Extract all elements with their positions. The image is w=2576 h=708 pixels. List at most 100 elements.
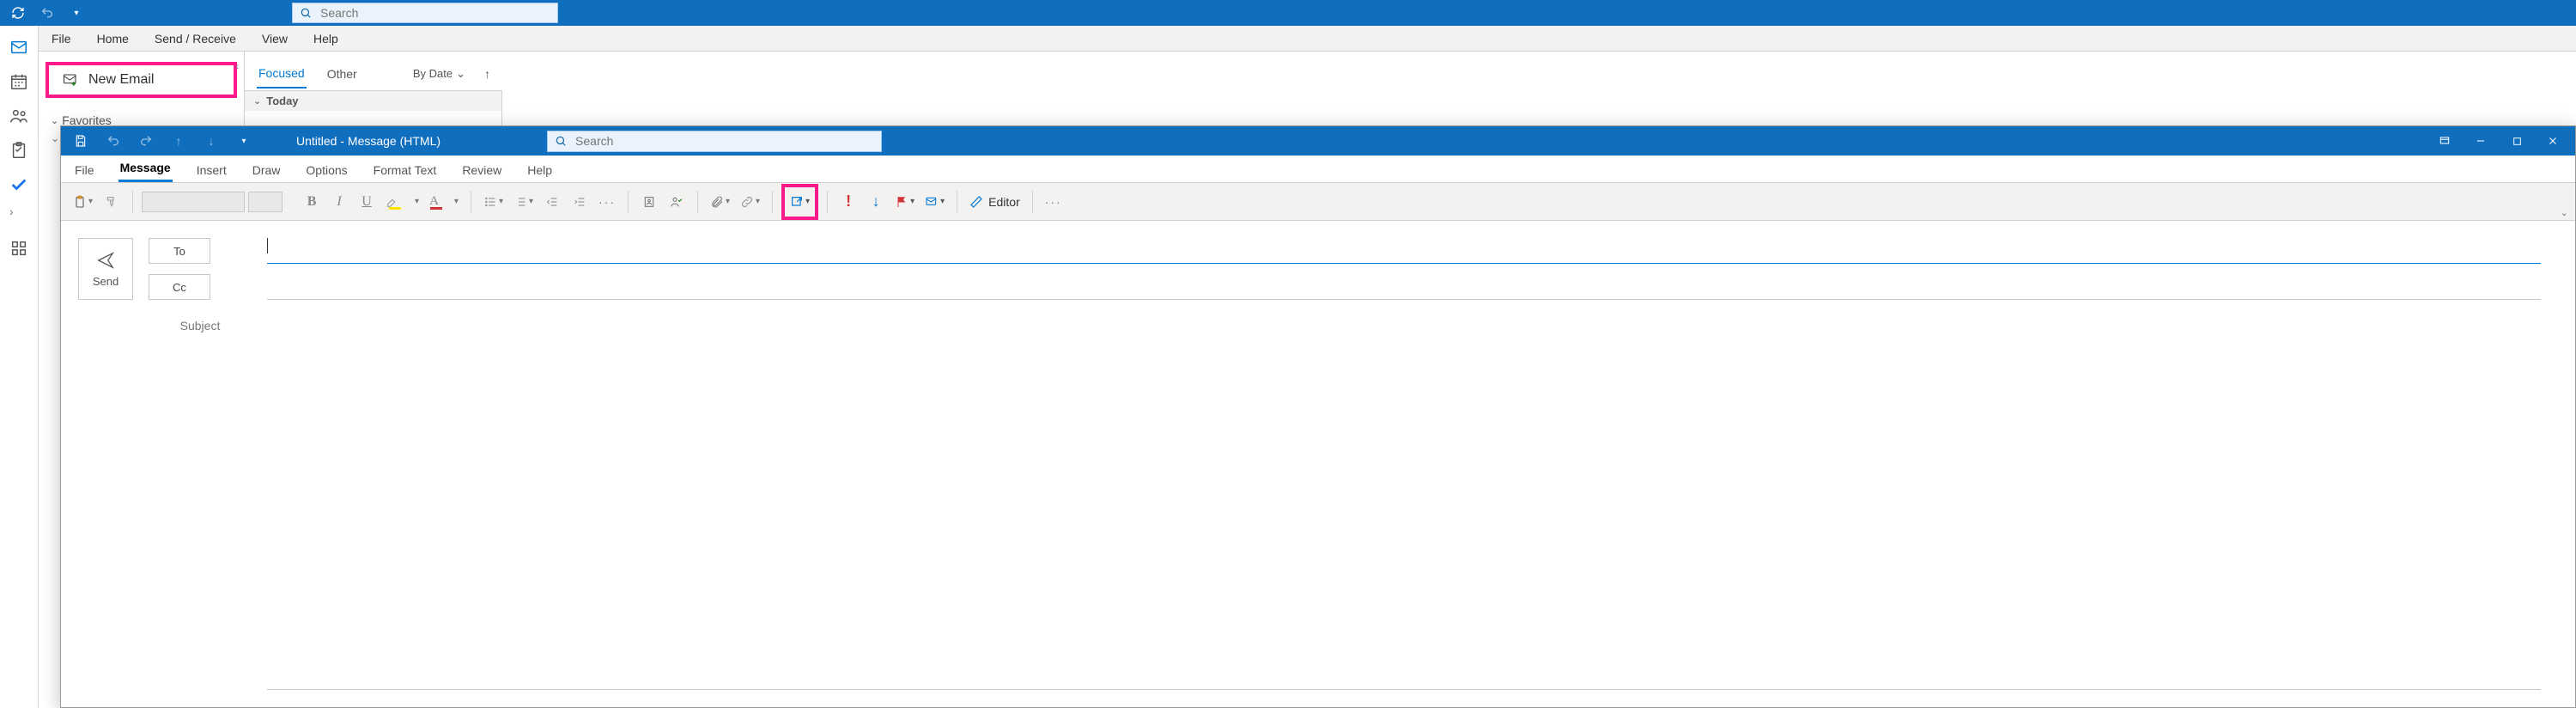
editor-button[interactable]: Editor bbox=[966, 189, 1024, 215]
address-book-button[interactable] bbox=[637, 189, 661, 215]
editor-label: Editor bbox=[988, 195, 1020, 209]
compose-message-window: ↑ ↓ ▾ Untitled - Message (HTML) File Mes… bbox=[60, 125, 2576, 708]
chevron-down-icon: ▾ bbox=[415, 197, 419, 206]
undo-icon[interactable] bbox=[36, 6, 58, 20]
italic-button[interactable]: I bbox=[327, 189, 351, 215]
underline-button[interactable]: U bbox=[355, 189, 379, 215]
collapse-nav-icon[interactable]: ‹ bbox=[235, 60, 239, 72]
bold-button[interactable]: B bbox=[300, 189, 324, 215]
send-button[interactable]: Send bbox=[78, 238, 133, 300]
compose-search-box[interactable] bbox=[547, 131, 882, 152]
to-field[interactable] bbox=[267, 238, 2541, 264]
menu-help[interactable]: Help bbox=[313, 32, 338, 46]
group-today-label: Today bbox=[266, 95, 298, 107]
insert-link-button[interactable]: ▾ bbox=[737, 189, 763, 215]
check-names-button[interactable] bbox=[665, 189, 689, 215]
sort-by-dropdown[interactable]: By Date ⌄ bbox=[413, 67, 465, 81]
ribbon-display-options-icon[interactable] bbox=[2427, 128, 2462, 154]
more-formatting-button[interactable]: ··· bbox=[595, 189, 619, 215]
main-search-box[interactable] bbox=[292, 3, 558, 23]
undo-icon[interactable] bbox=[99, 134, 128, 148]
font-size-dropdown[interactable] bbox=[248, 192, 283, 212]
more-commands-button[interactable]: ··· bbox=[1042, 189, 1066, 215]
compose-titlebar: ↑ ↓ ▾ Untitled - Message (HTML) bbox=[61, 126, 2575, 156]
save-icon[interactable] bbox=[66, 134, 95, 148]
attach-file-button[interactable]: ▾ bbox=[707, 189, 733, 215]
menu-home[interactable]: Home bbox=[97, 32, 129, 46]
minimize-button[interactable] bbox=[2464, 128, 2498, 154]
main-menubar: File Home Send / Receive View Help bbox=[0, 26, 2576, 52]
chevron-down-icon: ▾ bbox=[940, 197, 945, 206]
new-email-label: New Email bbox=[88, 72, 154, 88]
redo-icon[interactable] bbox=[131, 134, 161, 148]
main-search-input[interactable] bbox=[319, 5, 550, 21]
sync-icon[interactable] bbox=[7, 6, 29, 20]
previous-item-icon[interactable]: ↑ bbox=[164, 134, 193, 148]
compose-menu-review[interactable]: Review bbox=[460, 158, 503, 182]
tasks-clipboard-icon[interactable] bbox=[9, 141, 28, 160]
cc-field[interactable] bbox=[267, 274, 2541, 300]
signature-button-highlight: ▾ bbox=[781, 184, 818, 220]
tab-other[interactable]: Other bbox=[325, 60, 359, 88]
chevron-down-icon: ▾ bbox=[88, 197, 93, 206]
calendar-icon[interactable] bbox=[9, 72, 28, 91]
subject-input[interactable] bbox=[267, 315, 2541, 690]
send-label: Send bbox=[93, 275, 118, 288]
compose-window-title: Untitled - Message (HTML) bbox=[296, 134, 440, 148]
mail-list-tabs: Focused Other By Date ⌄ ↑ bbox=[245, 57, 502, 91]
chevron-down-icon: ▾ bbox=[454, 197, 459, 206]
menu-file[interactable]: File bbox=[52, 32, 71, 46]
search-icon bbox=[555, 135, 567, 147]
collapse-ribbon-icon[interactable]: ⌄ bbox=[2561, 207, 2568, 218]
todo-check-icon[interactable] bbox=[9, 175, 28, 194]
left-navigation-rail: › bbox=[0, 26, 39, 708]
increase-indent-button[interactable] bbox=[568, 189, 592, 215]
compose-search-input[interactable] bbox=[574, 133, 874, 149]
compose-menu-draw[interactable]: Draw bbox=[251, 158, 283, 182]
high-importance-button[interactable]: ! bbox=[836, 189, 860, 215]
chevron-down-icon: ▾ bbox=[910, 197, 914, 206]
compose-menu-options[interactable]: Options bbox=[304, 158, 349, 182]
compose-menu-message[interactable]: Message bbox=[118, 156, 173, 182]
paste-button[interactable]: ▾ bbox=[70, 189, 96, 215]
to-button[interactable]: To bbox=[149, 238, 210, 264]
compose-ribbon: ▾ B I U ▾ A ▾ ▾ ▾ bbox=[61, 183, 2575, 221]
assign-policy-button[interactable]: ▾ bbox=[921, 189, 948, 215]
search-icon bbox=[300, 7, 312, 19]
chevron-down-icon: ▾ bbox=[529, 197, 533, 206]
menu-send-receive[interactable]: Send / Receive bbox=[155, 32, 236, 46]
format-painter-button[interactable] bbox=[100, 189, 124, 215]
next-item-icon[interactable]: ↓ bbox=[197, 134, 226, 148]
maximize-button[interactable] bbox=[2500, 128, 2534, 154]
chevron-down-icon: ▾ bbox=[726, 197, 730, 206]
new-email-button[interactable]: New Email bbox=[46, 62, 237, 98]
nav-expand-icon[interactable]: › bbox=[9, 204, 28, 223]
low-importance-button[interactable]: ↓ bbox=[864, 189, 888, 215]
mail-icon[interactable] bbox=[9, 38, 28, 57]
signature-button[interactable]: ▾ bbox=[787, 189, 813, 215]
decrease-indent-button[interactable] bbox=[540, 189, 564, 215]
mail-group-today[interactable]: ⌄ Today bbox=[245, 91, 501, 111]
chevron-down-icon: ▾ bbox=[805, 197, 810, 206]
cc-button[interactable]: Cc bbox=[149, 274, 210, 300]
highlight-color-button[interactable]: ▾ bbox=[382, 189, 422, 215]
qat-customize-icon[interactable]: ▾ bbox=[229, 137, 258, 146]
compose-menu-help[interactable]: Help bbox=[526, 158, 554, 182]
chevron-down-icon: ⌄ bbox=[51, 115, 58, 126]
numbering-button[interactable]: ▾ bbox=[510, 189, 537, 215]
people-icon[interactable] bbox=[9, 107, 28, 125]
font-color-button[interactable]: A ▾ bbox=[426, 189, 462, 215]
apps-grid-icon[interactable] bbox=[9, 239, 28, 258]
new-mail-icon bbox=[61, 72, 80, 88]
follow-up-flag-button[interactable]: ▾ bbox=[891, 189, 918, 215]
compose-menu-file[interactable]: File bbox=[73, 158, 96, 182]
close-button[interactable] bbox=[2536, 128, 2570, 154]
menu-view[interactable]: View bbox=[262, 32, 288, 46]
qat-customize-icon[interactable]: ▾ bbox=[65, 9, 88, 18]
bullets-button[interactable]: ▾ bbox=[480, 189, 507, 215]
font-family-dropdown[interactable] bbox=[142, 192, 245, 212]
compose-menu-insert[interactable]: Insert bbox=[195, 158, 228, 182]
tab-focused[interactable]: Focused bbox=[257, 59, 307, 88]
sort-direction-icon[interactable]: ↑ bbox=[484, 67, 490, 81]
compose-menu-format-text[interactable]: Format Text bbox=[372, 158, 439, 182]
